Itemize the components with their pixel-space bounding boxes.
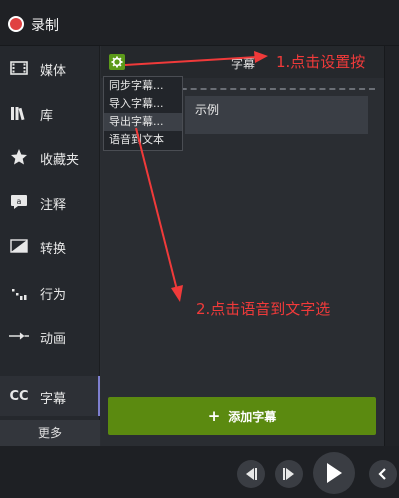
step-forward-icon: [283, 468, 294, 480]
record-label[interactable]: 录制: [31, 15, 59, 35]
play-icon: [327, 463, 342, 483]
add-caption-button[interactable]: + 添加字幕: [108, 397, 376, 435]
animation-icon: [9, 326, 29, 346]
divider: [151, 88, 375, 90]
sidebar-item-label: 媒体: [40, 64, 67, 79]
menu-item-import-captions[interactable]: 导入字幕...: [104, 95, 182, 113]
panel-title: 字幕: [231, 57, 256, 71]
menu-item-speech-to-text[interactable]: 语音到文本: [104, 131, 182, 149]
previous-frame-button[interactable]: [237, 460, 265, 488]
gear-icon: [111, 56, 123, 68]
sidebar: 媒体 库 收藏夹 a 注释 转换 行为 动画 CC 字幕 更多: [0, 46, 100, 446]
play-button[interactable]: [313, 452, 355, 494]
sidebar-item-label: 注释: [40, 198, 67, 213]
sidebar-item-media[interactable]: 媒体: [0, 48, 100, 88]
cc-icon: CC: [9, 388, 29, 404]
sidebar-item-favorites[interactable]: 收藏夹: [0, 137, 100, 177]
transition-icon: [9, 236, 29, 256]
sidebar-item-label: 行为: [40, 288, 67, 303]
collapse-button[interactable]: [369, 460, 397, 488]
panel-scroll-edge: [384, 46, 399, 446]
sidebar-item-label: 库: [40, 109, 54, 124]
top-bar: 录制: [0, 0, 399, 46]
step-back-icon: [246, 468, 257, 480]
caption-text: 示例: [195, 103, 220, 117]
sidebar-item-label: 转换: [40, 242, 67, 257]
next-frame-button[interactable]: [275, 460, 303, 488]
film-strip-icon: [9, 58, 29, 78]
star-icon: [9, 147, 29, 167]
library-icon: [9, 103, 29, 123]
add-caption-label: 添加字幕: [228, 409, 277, 424]
settings-button[interactable]: [109, 54, 125, 70]
caption-item[interactable]: 示例: [185, 96, 368, 134]
sidebar-item-annotations[interactable]: a 注释: [0, 182, 100, 222]
sidebar-item-captions[interactable]: CC 字幕: [0, 376, 100, 416]
record-button[interactable]: [8, 16, 24, 32]
settings-menu: 同步字幕... 导入字幕... 导出字幕... 语音到文本: [103, 76, 183, 151]
sidebar-item-transitions[interactable]: 转换: [0, 226, 100, 266]
plus-icon: +: [207, 407, 221, 425]
callout-icon: a: [9, 192, 29, 212]
playback-bar: [0, 446, 399, 498]
menu-item-export-captions[interactable]: 导出字幕...: [104, 113, 182, 131]
sidebar-item-label: 动画: [40, 332, 67, 347]
sidebar-item-label: 字幕: [40, 392, 67, 407]
sidebar-item-library[interactable]: 库: [0, 93, 100, 133]
chevron-left-icon: [378, 468, 386, 480]
sidebar-item-label: 收藏夹: [40, 153, 80, 168]
annotation-step1: 1.点击设置按: [276, 53, 366, 71]
menu-item-sync-captions[interactable]: 同步字幕...: [104, 77, 182, 95]
sidebar-item-animations[interactable]: 动画: [0, 316, 100, 356]
more-button[interactable]: 更多: [0, 420, 100, 446]
svg-text:a: a: [17, 197, 22, 206]
sidebar-item-behaviors[interactable]: 行为: [0, 272, 100, 312]
annotation-step2: 2.点击语音到文字选: [196, 300, 331, 318]
behavior-icon: [9, 282, 29, 302]
